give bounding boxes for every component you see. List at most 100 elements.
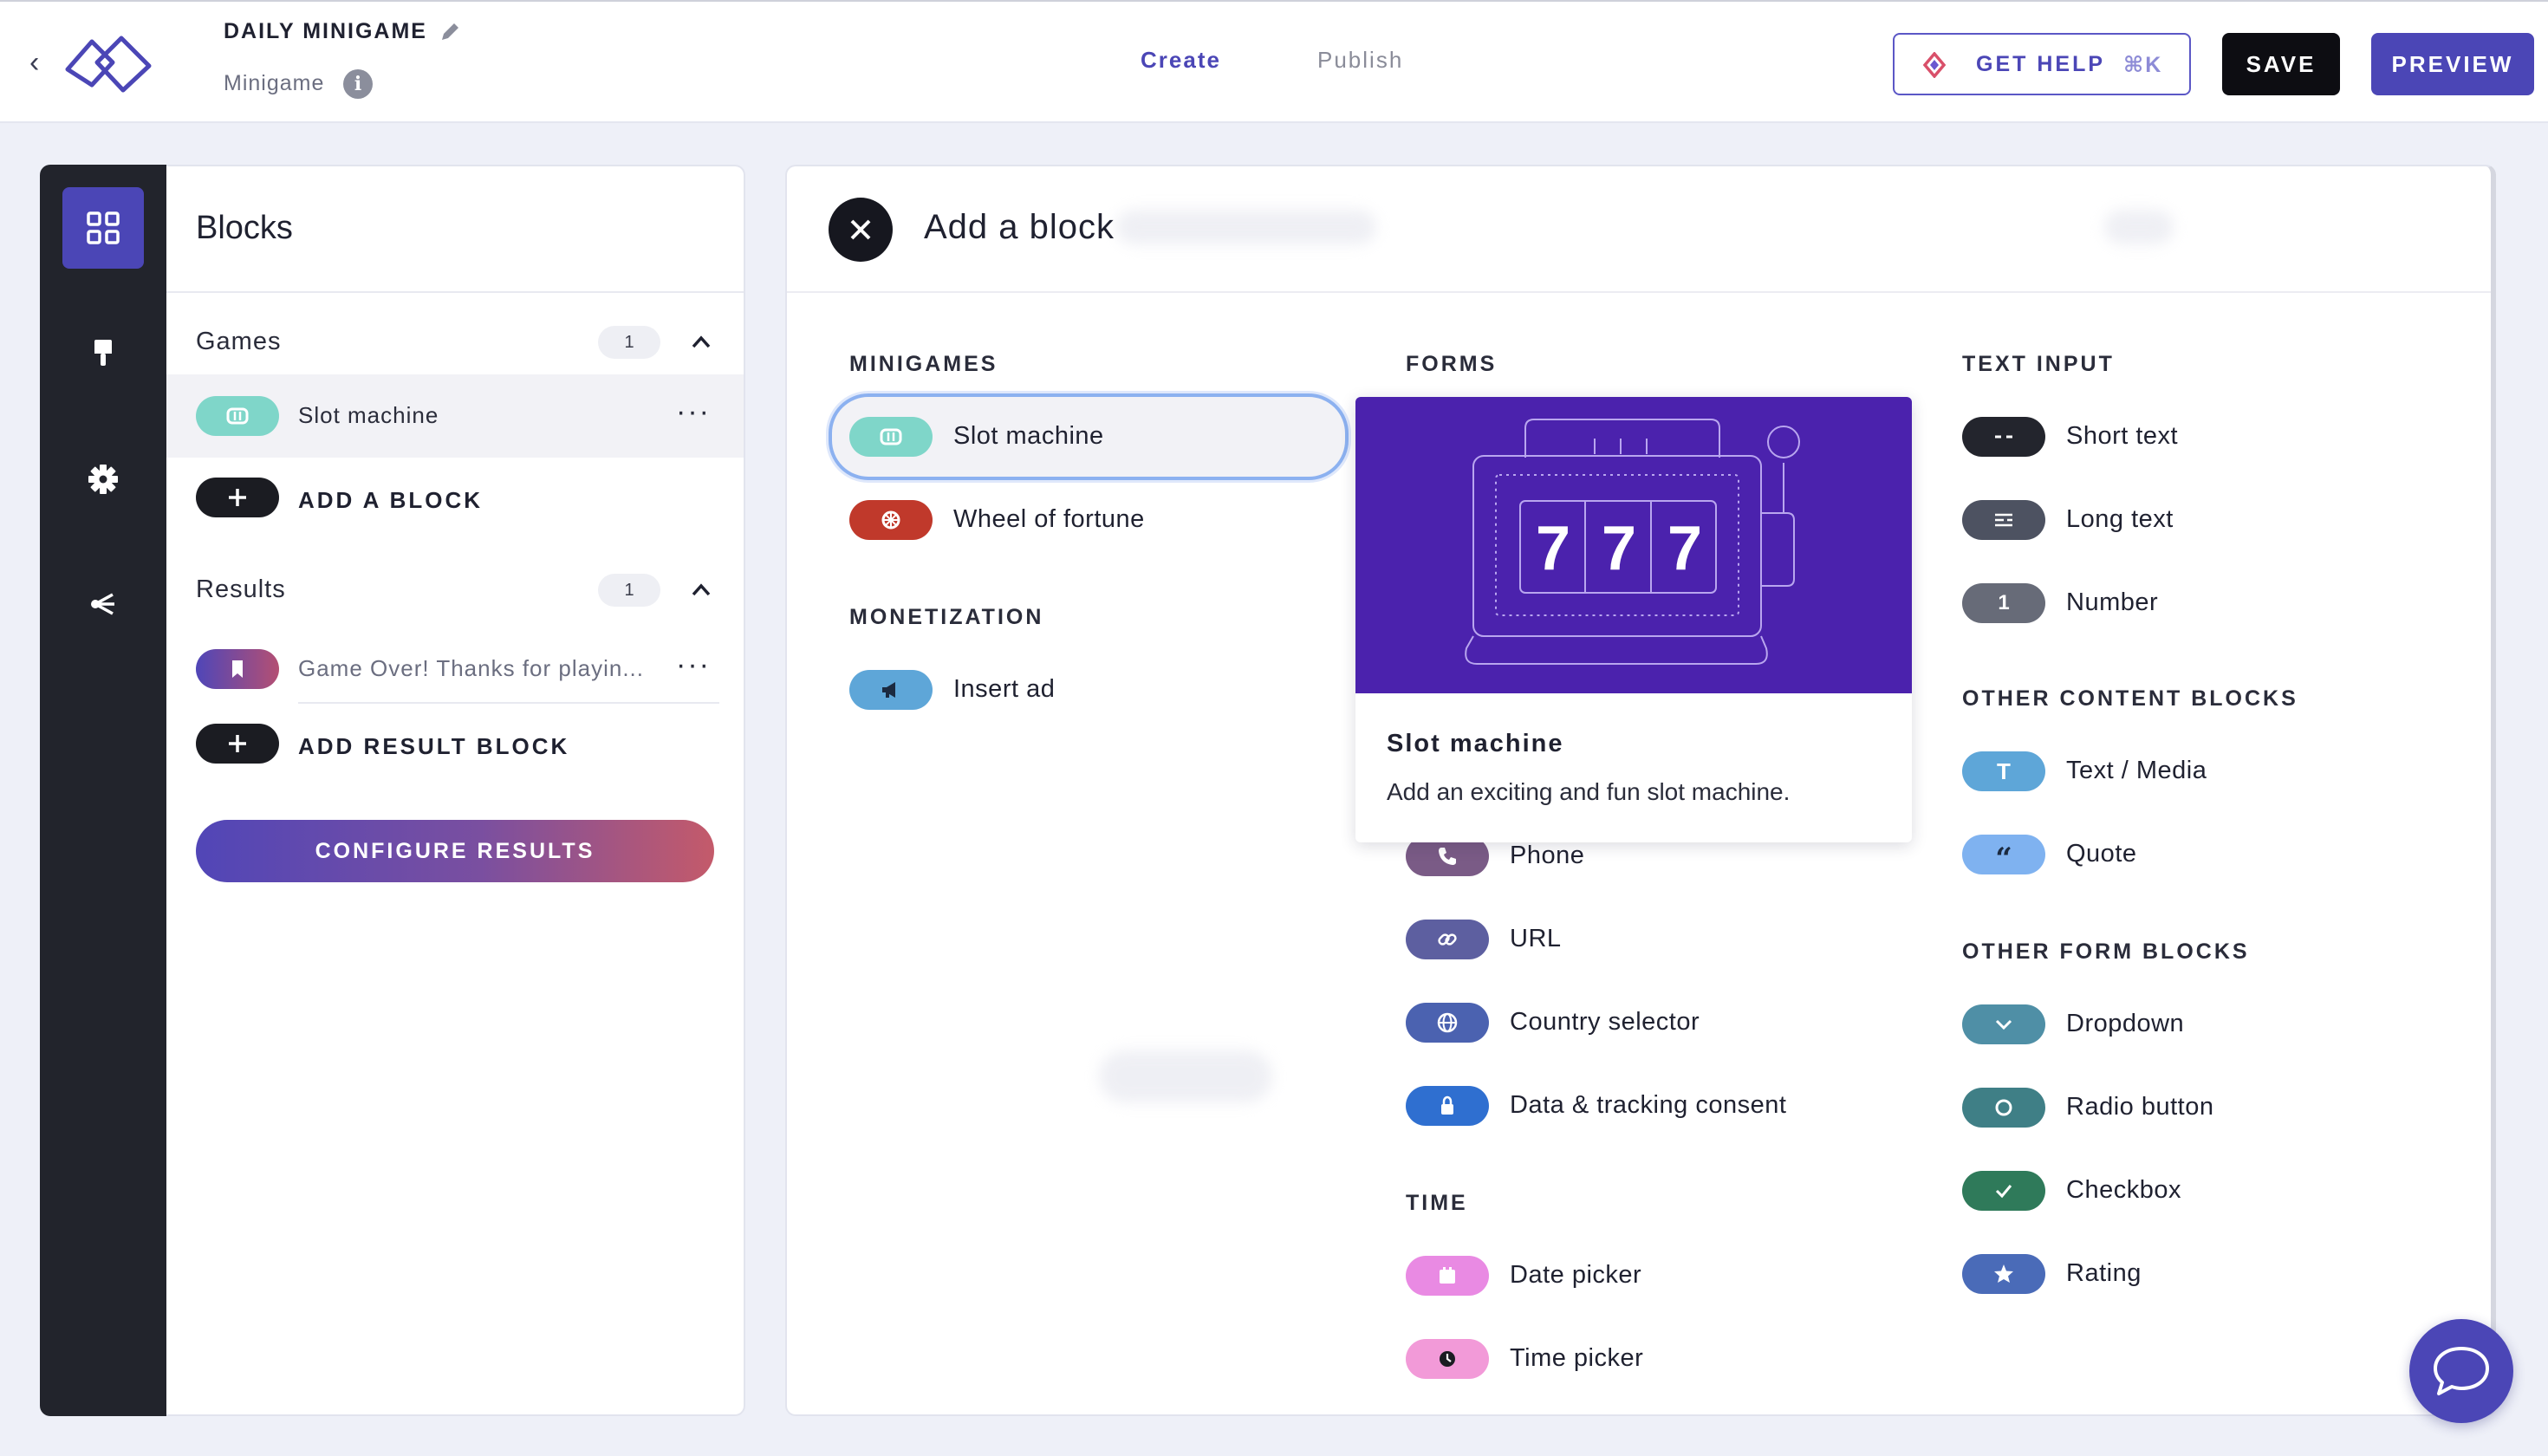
get-help-label: GET HELP	[1976, 52, 2106, 76]
section-label: Results	[196, 575, 286, 603]
plus-pill	[196, 478, 279, 517]
block-option-quote[interactable]: “ Quote	[1962, 829, 2447, 881]
more-options-icon[interactable]: ···	[676, 397, 714, 426]
app-logo[interactable]	[59, 28, 158, 99]
block-option-label: Rating	[2066, 1259, 2142, 1287]
block-type-pill	[196, 649, 279, 689]
configure-results-button[interactable]: CONFIGURE RESULTS	[196, 820, 714, 882]
games-section-header[interactable]: Games 1	[166, 312, 744, 381]
block-option-url[interactable]: URL	[1406, 913, 1891, 965]
block-option-time-picker[interactable]: Time picker	[1406, 1333, 1891, 1385]
close-icon	[850, 219, 871, 240]
block-type-pill	[1406, 1339, 1489, 1379]
block-option-wheel-of-fortune[interactable]: Wheel of fortune	[849, 494, 1335, 546]
block-option-number[interactable]: 1 Number	[1962, 577, 2447, 629]
block-option-label: Date picker	[1510, 1261, 1642, 1289]
grid-icon	[87, 211, 120, 244]
block-option-label: Country selector	[1510, 1008, 1700, 1036]
plus-pill	[196, 724, 279, 764]
section-heading: MINIGAMES	[849, 352, 998, 376]
text-media-icon: T	[1962, 751, 2045, 791]
slot-machine-icon	[880, 428, 902, 445]
reel-symbol: 7	[1536, 514, 1571, 583]
divider	[787, 291, 2491, 293]
list-item[interactable]: Game Over! Thanks for playin... ···	[166, 634, 744, 704]
chat-support-button[interactable]	[2409, 1319, 2513, 1423]
blurred-background	[2104, 210, 2174, 244]
chevron-up-icon[interactable]	[690, 331, 712, 354]
block-option-date-picker[interactable]: Date picker	[1406, 1250, 1891, 1302]
section-heading: TIME	[1406, 1191, 1468, 1215]
blocks-panel: Blocks Games 1 Slot machine ··· ADD A BL…	[166, 165, 745, 1416]
block-option-checkbox[interactable]: Checkbox	[1962, 1165, 2447, 1217]
block-option-label: Dropdown	[2066, 1010, 2185, 1037]
globe-icon	[1437, 1012, 1458, 1033]
section-heading: FORMS	[1406, 352, 1498, 376]
tab-publish[interactable]: Publish	[1317, 47, 1403, 74]
star-icon	[1994, 1264, 2013, 1283]
results-section-header[interactable]: Results 1	[166, 560, 744, 629]
block-label: Game Over! Thanks for playin...	[298, 655, 644, 681]
pencil-icon[interactable]	[437, 19, 463, 45]
gear-icon[interactable]	[80, 456, 127, 503]
top-bar: ‹ DAILY MINIGAME Minigame i Create Publi…	[0, 0, 2548, 123]
preview-button[interactable]: PREVIEW	[2371, 33, 2534, 95]
reel-symbol: 7	[1602, 514, 1637, 583]
block-preview-tooltip: 7 7 7 Slot machine Add an exciting and f…	[1355, 397, 1912, 842]
add-result-block-button[interactable]: ADD RESULT BLOCK	[196, 718, 629, 770]
short-text-icon	[1995, 435, 2012, 439]
block-option-label: Wheel of fortune	[953, 505, 1145, 533]
add-result-block-label: ADD RESULT BLOCK	[298, 733, 570, 759]
panel-title: Add a block	[924, 208, 1115, 246]
block-option-label: Slot machine	[953, 422, 1104, 450]
close-button[interactable]	[829, 198, 893, 262]
block-option-long-text[interactable]: Long text	[1962, 494, 2447, 546]
plus-icon	[229, 489, 246, 506]
block-label: Slot machine	[298, 402, 439, 428]
bookmark-icon	[232, 660, 243, 678]
info-icon[interactable]: i	[343, 69, 373, 99]
divider	[166, 291, 744, 293]
long-text-icon	[1995, 513, 2012, 527]
block-option-slot-machine[interactable]: Slot machine	[849, 411, 1335, 463]
tab-create[interactable]: Create	[1141, 47, 1221, 74]
block-option-short-text[interactable]: Short text	[1962, 411, 2447, 463]
back-chevron-icon[interactable]: ‹	[29, 47, 54, 78]
list-item[interactable]: Slot machine ···	[166, 374, 744, 458]
add-block-button[interactable]: ADD A BLOCK	[196, 471, 543, 523]
block-option-label: Number	[2066, 588, 2159, 616]
reel-symbol: 7	[1667, 514, 1703, 583]
block-type-pill	[849, 670, 933, 710]
block-option-country-selector[interactable]: Country selector	[1406, 997, 1891, 1049]
block-option-label: Data & tracking consent	[1510, 1091, 1787, 1119]
block-option-dropdown[interactable]: Dropdown	[1962, 998, 2447, 1050]
add-block-label: ADD A BLOCK	[298, 487, 484, 513]
block-option-label: Checkbox	[2066, 1176, 2181, 1204]
block-option-data-tracking-consent[interactable]: Data & tracking consent	[1406, 1080, 1891, 1132]
save-button[interactable]: SAVE	[2222, 33, 2340, 95]
wheel-icon	[881, 510, 900, 530]
get-help-button[interactable]: GET HELP ⌘K	[1893, 33, 2191, 95]
slot-machine-illustration: 7 7 7	[1355, 397, 1912, 693]
share-flow-icon[interactable]	[80, 581, 127, 627]
app-subtitle: Minigame	[224, 71, 325, 95]
block-type-pill	[1962, 500, 2045, 540]
block-type-pill	[849, 417, 933, 457]
block-option-label: Phone	[1510, 842, 1585, 869]
chevron-up-icon[interactable]	[690, 579, 712, 601]
block-type-pill	[1962, 1088, 2045, 1128]
block-option-rating[interactable]: Rating	[1962, 1248, 2447, 1300]
count-badge: 1	[598, 574, 660, 607]
rail-item-blocks[interactable]	[62, 187, 144, 269]
lock-icon	[1441, 1095, 1453, 1115]
link-icon	[1438, 933, 1457, 946]
paint-brush-icon[interactable]	[80, 329, 127, 376]
block-option-text-media[interactable]: T Text / Media	[1962, 745, 2447, 797]
block-option-insert-ad[interactable]: Insert ad	[849, 664, 1335, 716]
block-option-radio-button[interactable]: Radio button	[1962, 1082, 2447, 1134]
block-type-pill	[1962, 1254, 2045, 1294]
section-heading: MONETIZATION	[849, 605, 1044, 629]
section-heading: OTHER CONTENT BLOCKS	[1962, 686, 2298, 711]
block-option-label: Radio button	[2066, 1093, 2214, 1121]
more-options-icon[interactable]: ···	[676, 650, 714, 679]
